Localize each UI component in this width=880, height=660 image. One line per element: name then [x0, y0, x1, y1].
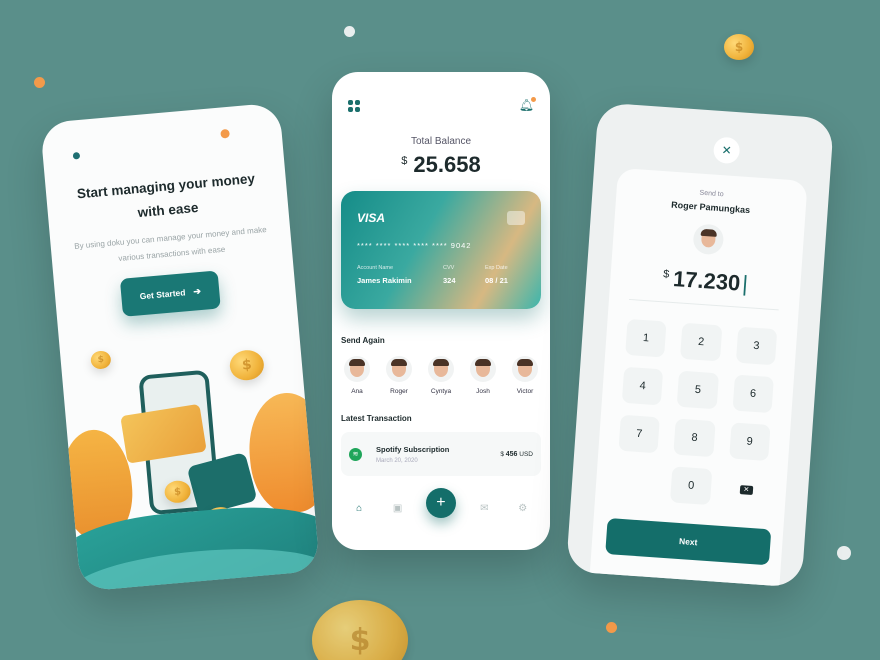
cvv-value: 324: [443, 276, 456, 285]
send-again-heading: Send Again: [341, 336, 385, 345]
key-3[interactable]: 3: [735, 326, 778, 366]
decor-dot-orange: [34, 77, 45, 88]
amount-display: $17.230: [610, 262, 801, 301]
send-money-screen: ✕ Send to Roger Pamungkas $17.230 1 2 3 …: [565, 102, 835, 588]
decor-dot-white: [837, 546, 851, 560]
add-button[interactable]: +: [425, 488, 456, 518]
key-6[interactable]: 6: [732, 374, 774, 414]
gear-icon[interactable]: ⚙: [513, 503, 533, 514]
get-started-button[interactable]: Get Started ➔: [119, 270, 221, 317]
currency-symbol: $: [401, 155, 408, 167]
contact-ana[interactable]: Ana: [338, 356, 376, 395]
get-started-label: Get Started: [139, 287, 186, 302]
contact-name: Cyntya: [430, 388, 452, 395]
visa-card[interactable]: VISA **** **** **** **** **** 9042 Accou…: [341, 191, 541, 309]
card-brand: VISA: [357, 211, 386, 225]
contact-name: Josh: [476, 388, 490, 395]
number-keypad: 1 2 3 4 5 6 7 8 9 0 ✕: [615, 318, 778, 509]
key-5[interactable]: 5: [676, 370, 719, 410]
key-0[interactable]: 0: [670, 466, 713, 506]
contact-victor[interactable]: Victor: [506, 356, 544, 395]
mail-icon[interactable]: ✉: [474, 503, 494, 514]
coin-icon: [312, 600, 408, 660]
avatar: [692, 223, 725, 256]
next-button[interactable]: Next: [605, 517, 772, 566]
decor-dot-orange: [606, 622, 617, 633]
close-button[interactable]: ✕: [712, 136, 741, 165]
home-icon[interactable]: ⌂: [349, 503, 369, 514]
key-blank: [615, 463, 657, 502]
contact-name: Victor: [516, 388, 534, 395]
avatar: [470, 356, 496, 382]
onboarding-screen: Start managing your money with ease By u…: [39, 102, 321, 592]
onboarding-subtitle: By using doku you can manage your money …: [73, 225, 267, 264]
balance-amount: 25.658: [413, 152, 481, 177]
decor-dot-white: [344, 26, 355, 37]
decor-dot: [220, 128, 230, 139]
avatar: [428, 356, 454, 382]
avatar: [512, 356, 538, 382]
backspace-icon: ✕: [739, 484, 754, 495]
bottom-nav: ⌂ ▣ + ✉ ⚙: [332, 488, 550, 528]
contact-josh[interactable]: Josh: [464, 356, 502, 395]
close-icon: ✕: [721, 143, 733, 158]
contact-name: Ana: [351, 388, 363, 395]
key-9[interactable]: 9: [728, 422, 771, 462]
avatar: [386, 356, 412, 382]
coin-icon: [163, 479, 192, 504]
contact-roger[interactable]: Roger: [380, 356, 418, 395]
transaction-name: Spotify Subscription: [376, 444, 450, 454]
exp-date-value: 08 / 21: [485, 276, 508, 285]
amount-value: 17.230: [672, 266, 749, 296]
divider: [628, 298, 779, 311]
backspace-key[interactable]: ✕: [725, 470, 767, 509]
transaction-amount: $ 456 USD: [500, 450, 533, 458]
key-4[interactable]: 4: [621, 366, 664, 406]
send-sheet: Send to Roger Pamungkas $17.230 1 2 3 4 …: [588, 167, 808, 588]
exp-date-label: Exp Date: [485, 265, 508, 271]
menu-grid-icon[interactable]: [348, 100, 360, 112]
contacts-row: Ana Roger Cyntya Josh Victor: [338, 356, 544, 395]
total-balance-label: Total Balance: [410, 136, 472, 147]
coin-icon: [724, 34, 754, 60]
onboarding-title: Start managing your money with ease: [76, 170, 256, 221]
spotify-icon: ≋: [349, 447, 362, 461]
card-chip-icon: [507, 211, 525, 225]
latest-transaction-heading: Latest Transaction: [341, 414, 412, 423]
key-1[interactable]: 1: [625, 318, 667, 358]
onboarding-illustration: [54, 322, 321, 592]
notification-dot: [531, 97, 536, 102]
currency-symbol: $: [662, 268, 670, 281]
coin-icon: [228, 348, 266, 382]
key-7[interactable]: 7: [618, 414, 661, 454]
account-name-label: Account Name: [357, 265, 394, 271]
wallet-icon[interactable]: ▣: [388, 503, 408, 514]
decor-dot: [72, 152, 81, 160]
card-number: **** **** **** **** **** 9042: [357, 241, 472, 250]
contact-name: Roger: [390, 388, 408, 395]
account-name: James Rakimin: [357, 276, 412, 285]
arrow-right-icon: ➔: [192, 285, 202, 297]
dashboard-screen: 🔔︎ Total Balance $25.658 VISA **** **** …: [332, 72, 550, 550]
avatar: [344, 356, 370, 382]
total-balance: $25.658: [332, 152, 550, 178]
transaction-date: March 20, 2020: [376, 457, 418, 464]
cvv-label: CVV: [443, 265, 455, 271]
contact-cyntya[interactable]: Cyntya: [422, 356, 460, 395]
transaction-item[interactable]: ≋ Spotify Subscription March 20, 2020 $ …: [341, 432, 541, 476]
key-8[interactable]: 8: [673, 418, 716, 458]
key-2[interactable]: 2: [680, 322, 723, 362]
